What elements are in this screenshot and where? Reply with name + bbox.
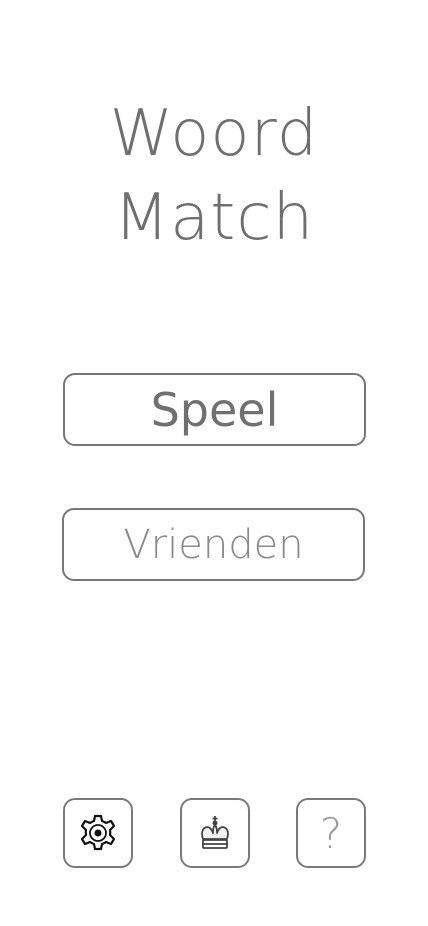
play-button-label: Speel: [150, 382, 279, 437]
help-button[interactable]: ?: [296, 798, 366, 868]
friends-button-label: Vrienden: [123, 521, 304, 568]
question-mark-icon: ?: [319, 809, 343, 858]
crown-icon: [201, 816, 229, 849]
friends-button[interactable]: Vrienden: [62, 508, 365, 581]
app-title-line-2: Match: [113, 181, 315, 255]
leaderboard-button[interactable]: [180, 798, 250, 868]
gear-icon: [80, 814, 116, 851]
app-title-line-1: Woord: [109, 97, 319, 171]
settings-button[interactable]: [63, 798, 133, 868]
play-button[interactable]: Speel: [63, 373, 366, 446]
